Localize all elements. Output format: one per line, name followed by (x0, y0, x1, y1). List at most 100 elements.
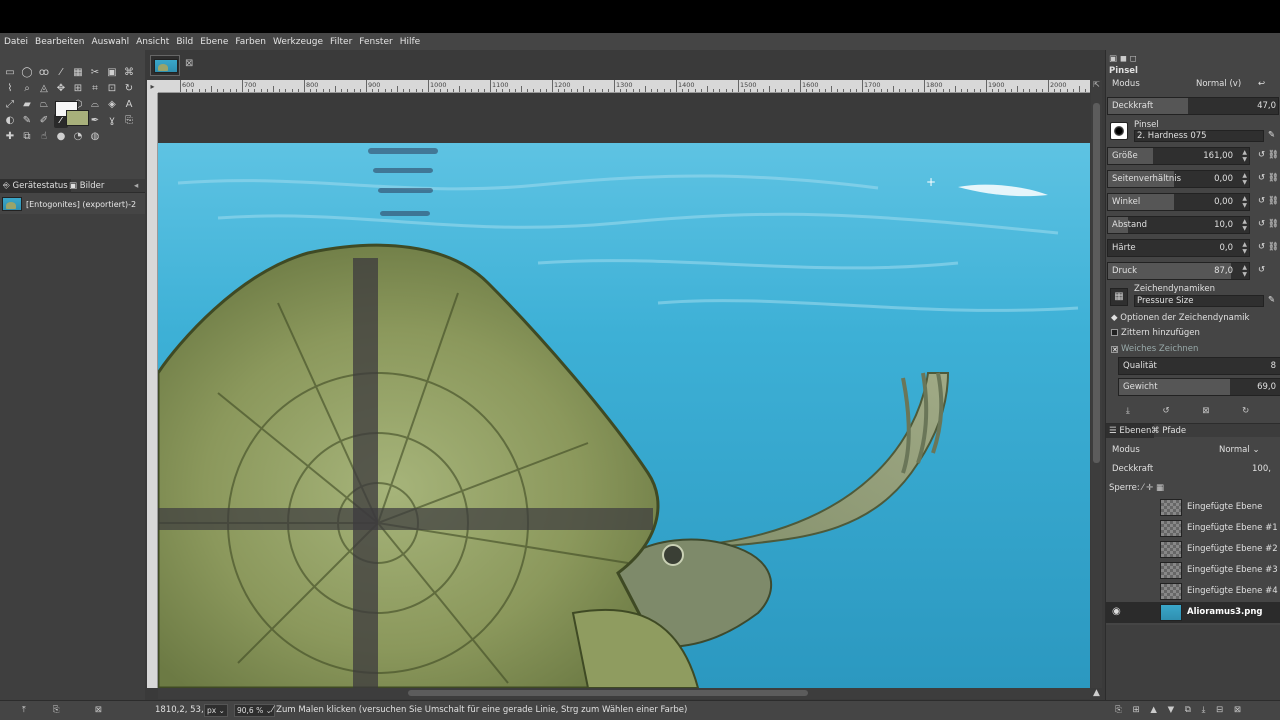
opacity-slider[interactable]: Deckkraft 47,0 (1107, 97, 1279, 115)
unified-transform-icon[interactable]: ⊡ (105, 82, 119, 96)
scissors-icon[interactable]: ✂ (88, 66, 102, 80)
navigate-icon[interactable]: ▲ (1093, 688, 1100, 698)
color-tool-icon[interactable]: ◍ (88, 130, 102, 144)
toolbox-bottom-icons[interactable]: ⤒ ⎘ ⊠ (22, 705, 102, 715)
smudge-icon[interactable]: ☝ (37, 130, 51, 144)
menu-auswahl[interactable]: Auswahl (91, 37, 129, 47)
spin-arrows-icon[interactable]: ▲ ▼ (1242, 149, 1247, 163)
spin-arrows-icon[interactable]: ▲ ▼ (1242, 264, 1247, 278)
gradient-icon[interactable]: ◐ (3, 114, 17, 128)
brush-name-field[interactable]: 2. Hardness 075 (1134, 130, 1264, 142)
force-reset-icon[interactable]: ↺ (1258, 265, 1265, 275)
tab-bilder[interactable]: ▣ Bilder (66, 179, 107, 193)
dynamics-options-expander[interactable]: ◆ Optionen der Zeichendynamik (1111, 313, 1249, 323)
angle-reset-icon[interactable]: ↺ ⛓ (1258, 196, 1279, 206)
aspect-reset-icon[interactable]: ↺ ⛓ (1258, 173, 1279, 183)
move-icon[interactable]: ✥ (54, 82, 68, 96)
layers-bottom-icons[interactable]: ⎘ ⊞ ▲ ▼ ⧉ ⤓ ⊟ ⊠ (1115, 705, 1241, 715)
spin-arrows-icon[interactable]: ▲ ▼ (1242, 218, 1247, 232)
ruler-corner-icon[interactable]: ▸ (147, 80, 158, 93)
blur-icon[interactable]: ● (54, 130, 68, 144)
menu-hilfe[interactable]: Hilfe (400, 37, 420, 47)
layer-row-selected[interactable]: ◉ Alioramus3.png (1106, 602, 1280, 623)
tab-geraetestatus[interactable]: ⎆ Gerätestatus (0, 179, 71, 193)
menu-ansicht[interactable]: Ansicht (136, 37, 169, 47)
mode-reset-icon[interactable]: ↩ (1258, 79, 1265, 89)
spin-arrows-icon[interactable]: ▲ ▼ (1242, 241, 1247, 255)
force-slider[interactable]: Druck 87,0 ▲ ▼ (1107, 262, 1250, 280)
vertical-scroll-thumb[interactable] (1093, 103, 1100, 463)
canvas-menu-icon[interactable]: ⇱ (1091, 80, 1102, 93)
smooth-checkbox[interactable]: ✕ Weiches Zeichnen (1111, 344, 1198, 354)
layer-row[interactable]: Eingefügte Ebene #4 (1106, 581, 1280, 602)
lock-icons[interactable]: ⁄ ✛ ▦ (1142, 483, 1164, 493)
dock-menu-icon[interactable]: ◂ (131, 179, 141, 193)
layer-row[interactable]: Eingefügte Ebene (1106, 497, 1280, 518)
image-tab[interactable] (150, 55, 180, 76)
shear-icon[interactable]: ▰ (20, 98, 34, 112)
tab-pfade[interactable]: ⌘ Pfade (1148, 424, 1189, 438)
menu-farben[interactable]: Farben (235, 37, 266, 47)
eye-icon[interactable]: ◉ (1112, 606, 1121, 617)
zoom-icon[interactable]: ⌕ (20, 82, 34, 96)
menu-fenster[interactable]: Fenster (359, 37, 392, 47)
aspect-slider[interactable]: Seitenverhältnis 0,00 ▲ ▼ (1107, 170, 1250, 188)
zoom-select[interactable]: 90,6 % ⌄ (234, 704, 275, 717)
unit-select[interactable]: px ⌄ (204, 704, 228, 717)
size-slider[interactable]: Größe 161,00 ▲ ▼ (1107, 147, 1250, 165)
spin-arrows-icon[interactable]: ▲ ▼ (1242, 195, 1247, 209)
ellipse-select-icon[interactable]: ◯ (20, 66, 34, 80)
weight-slider[interactable]: Gewicht 69,0 (1118, 378, 1280, 396)
menu-bearbeiten[interactable]: Bearbeiten (35, 37, 84, 47)
rotate-icon[interactable]: ↻ (122, 82, 136, 96)
scale-icon[interactable]: ⤢ (3, 98, 17, 112)
mypaint-brush-icon[interactable]: ɣ (105, 114, 119, 128)
spacing-reset-icon[interactable]: ↺ ⛓ (1258, 219, 1279, 229)
close-tab-icon[interactable]: ⊠ (185, 59, 195, 69)
hardness-slider[interactable]: Härte 0,0 ▲ ▼ (1107, 239, 1250, 257)
airbrush-icon[interactable]: ✐ (37, 114, 51, 128)
ruler-vertical[interactable] (147, 93, 158, 688)
menu-werkzeuge[interactable]: Werkzeuge (273, 37, 323, 47)
layer-row[interactable]: Eingefügte Ebene #1 (1106, 518, 1280, 539)
spacing-slider[interactable]: Abstand 10,0 ▲ ▼ (1107, 216, 1250, 234)
lasso-icon[interactable]: ꝏ (37, 66, 51, 80)
brush-edit-icon[interactable]: ✎ (1268, 130, 1275, 140)
layer-row[interactable]: Eingefügte Ebene #2 (1106, 539, 1280, 560)
pencil-icon[interactable]: ✎ (20, 114, 34, 128)
path-icon[interactable]: ⌘ (122, 66, 136, 80)
brush-preview[interactable] (1110, 122, 1128, 140)
dodge-burn-icon[interactable]: ◔ (71, 130, 85, 144)
spin-arrows-icon[interactable]: ▲ ▼ (1242, 172, 1247, 186)
ink-icon[interactable]: ✒ (88, 114, 102, 128)
color-picker-icon[interactable]: ⌇ (3, 82, 17, 96)
layers-mode-select[interactable]: Normal ⌄ (1219, 445, 1260, 455)
menu-bild[interactable]: Bild (176, 37, 193, 47)
layer-row[interactable]: Eingefügte Ebene #3 (1106, 560, 1280, 581)
vertical-scrollbar[interactable] (1091, 93, 1102, 688)
fuzzy-select-icon[interactable]: ⁄ (54, 66, 68, 80)
foreground-select-icon[interactable]: ▣ (105, 66, 119, 80)
tool-options-actions[interactable]: ⤓ ↺ ⊠ ↻ (1126, 406, 1249, 416)
clone-icon[interactable]: ⎘ (122, 114, 136, 128)
angle-slider[interactable]: Winkel 0,00 ▲ ▼ (1107, 193, 1250, 211)
horizontal-scroll-thumb[interactable] (408, 690, 808, 696)
text-icon[interactable]: A (122, 98, 136, 112)
jitter-checkbox[interactable]: Zittern hinzufügen (1111, 328, 1200, 338)
crop-icon[interactable]: ⌗ (88, 82, 102, 96)
image-canvas[interactable]: + (158, 93, 1090, 688)
image-list-item[interactable]: [Entogonites] (exportiert)-2 (2, 196, 143, 212)
bucket-fill-icon[interactable]: ◈ (105, 98, 119, 112)
warp-icon[interactable]: ⌓ (88, 98, 102, 112)
perspective-icon[interactable]: ⏢ (37, 98, 51, 112)
perspective-clone-icon[interactable]: ⧉ (20, 130, 34, 144)
color-select-icon[interactable]: ▦ (71, 66, 85, 80)
dock-tab-icons[interactable]: ▣ ◼ ◻ (1109, 54, 1137, 64)
ruler-horizontal[interactable]: 600 700 800 900 1000 1100 1200 1300 1400 1500 1600… (158, 80, 1090, 93)
heal-icon[interactable]: ✚ (3, 130, 17, 144)
background-color-swatch[interactable] (66, 110, 89, 126)
menu-datei[interactable]: Datei (4, 37, 28, 47)
measure-icon[interactable]: ◬ (37, 82, 51, 96)
hardness-reset-icon[interactable]: ↺ ⛓ (1258, 242, 1279, 252)
menu-ebene[interactable]: Ebene (200, 37, 228, 47)
